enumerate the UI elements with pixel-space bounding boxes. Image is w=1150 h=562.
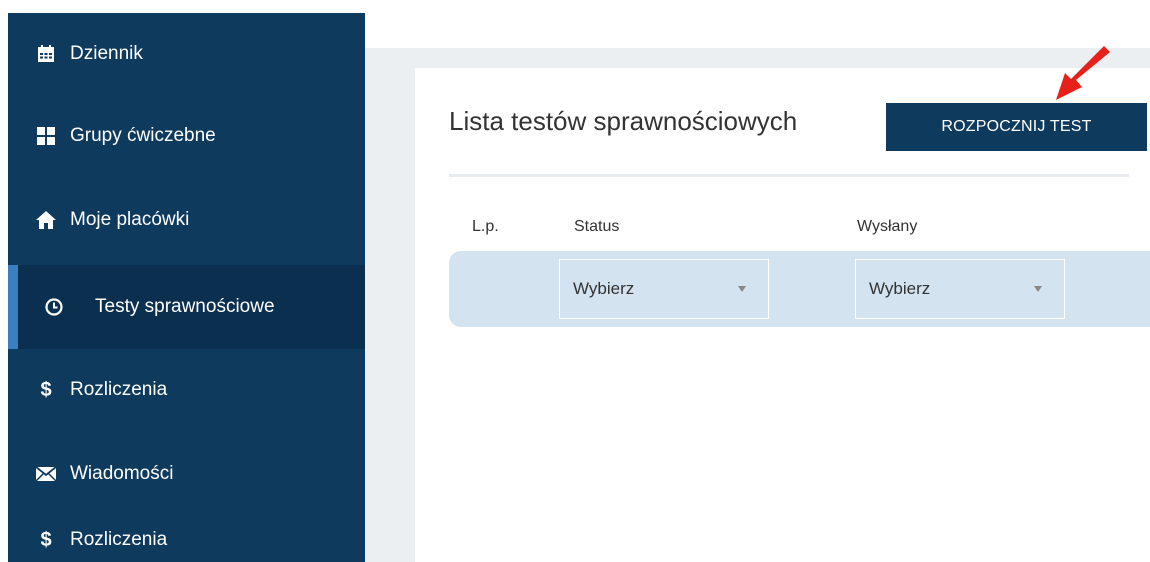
calendar-icon	[35, 43, 57, 65]
caret-down-icon	[738, 286, 746, 292]
status-filter-value: Wybierz	[573, 279, 635, 298]
sidebar: Dziennik Grupy ćwiczebne Moje placówki T…	[8, 13, 365, 562]
start-test-button[interactable]: ROZPOCZNIJ TEST	[886, 103, 1147, 151]
sidebar-item-label: Moje placówki	[70, 209, 190, 230]
sidebar-item-rozliczenia-2[interactable]: $ Rozliczenia	[8, 521, 365, 551]
sidebar-item-label: Wiadomości	[70, 463, 174, 484]
sidebar-item-label: Dziennik	[70, 43, 143, 64]
sent-filter-value: Wybierz	[869, 279, 931, 298]
column-header-wyslany[interactable]: Wysłany	[857, 218, 917, 236]
clock-icon	[43, 296, 65, 318]
sidebar-item-wiadomosci[interactable]: Wiadomości	[8, 433, 365, 515]
sidebar-item-label: Rozliczenia	[70, 529, 168, 550]
grid-icon	[35, 125, 57, 147]
status-filter-select[interactable]: Wybierz	[559, 259, 769, 319]
dollar-icon: $	[40, 378, 52, 401]
dollar-icon: $	[40, 528, 52, 551]
page-title: Lista testów sprawnościowych	[449, 106, 798, 136]
active-indicator	[8, 265, 18, 349]
divider	[449, 174, 1129, 177]
envelope-icon	[35, 463, 57, 485]
sidebar-item-placowki[interactable]: Moje placówki	[8, 179, 365, 261]
sent-filter-select[interactable]: Wybierz	[855, 259, 1065, 319]
sidebar-item-label: Testy sprawnościowe	[95, 296, 275, 317]
page: Dziennik Grupy ćwiczebne Moje placówki T…	[0, 0, 1150, 562]
red-arrow-icon	[1056, 46, 1110, 100]
sidebar-item-label: Rozliczenia	[70, 379, 168, 400]
sidebar-item-grupy[interactable]: Grupy ćwiczebne	[8, 95, 365, 177]
sidebar-item-testy[interactable]: Testy sprawnościowe	[8, 265, 365, 349]
sidebar-item-rozliczenia[interactable]: $ Rozliczenia	[8, 349, 365, 431]
sidebar-item-label: Grupy ćwiczebne	[70, 125, 216, 146]
home-icon	[35, 209, 57, 231]
column-header-lp: L.p.	[472, 218, 499, 235]
sidebar-item-dziennik[interactable]: Dziennik	[8, 13, 365, 95]
caret-down-icon	[1034, 286, 1042, 292]
column-header-status[interactable]: Status	[574, 218, 619, 236]
